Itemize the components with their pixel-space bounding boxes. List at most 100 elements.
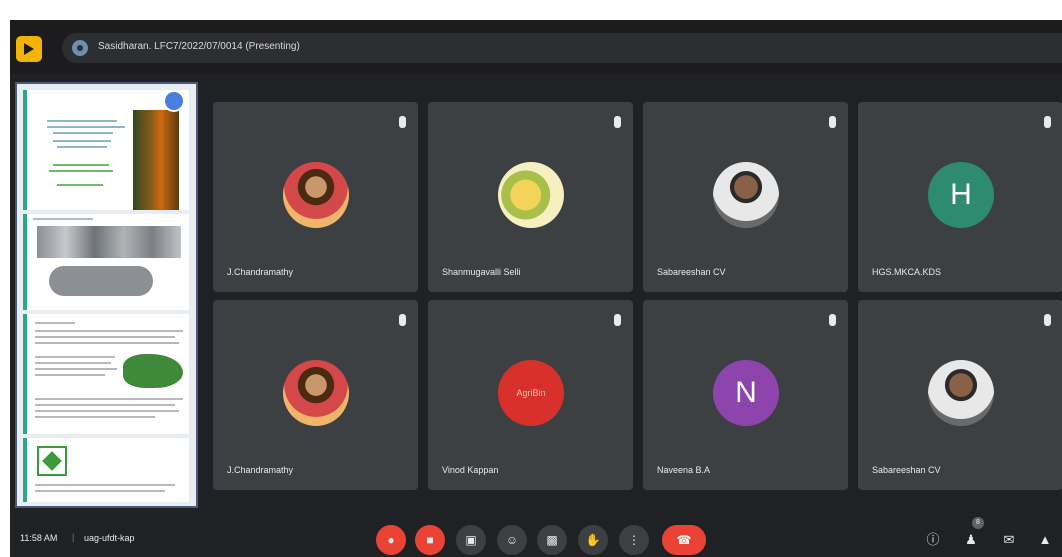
end-call-icon: ☎ — [676, 533, 692, 547]
chat-button[interactable]: ✉ — [1000, 531, 1018, 549]
slide-accent-bar — [23, 90, 27, 210]
slide-thumbnail — [23, 90, 189, 210]
activities-icon: ▲ — [1038, 532, 1052, 547]
emoji-button[interactable]: ☺ — [497, 525, 527, 555]
slide-text-line — [35, 356, 115, 358]
slide-text-line — [47, 120, 117, 122]
camera-off-icon: ■ — [426, 533, 434, 547]
screen-share-icon — [163, 90, 185, 112]
slide-text-line — [35, 330, 183, 332]
presenting-icon — [72, 40, 88, 56]
presenter-title: Sasidharan. LFC7/2022/07/0014 (Presentin… — [98, 41, 300, 52]
camera-off-button[interactable]: ■ — [415, 525, 445, 555]
slide-image — [133, 110, 179, 210]
participant-name: Sabareeshan CV — [657, 267, 726, 277]
end-call-button[interactable]: ☎ — [662, 525, 706, 555]
participant-name: HGS.MKCA.KDS — [872, 267, 942, 277]
meet-window: Sasidharan. LFC7/2022/07/0014 (Presentin… — [10, 20, 1062, 557]
presentation-view[interactable] — [15, 82, 198, 508]
participant-tile[interactable]: Sabareeshan CV — [643, 102, 848, 292]
activities-button[interactable]: ▲ — [1036, 531, 1054, 549]
slide-image — [49, 266, 153, 296]
info-icon: ⓘ — [926, 532, 940, 547]
slide-text-line — [35, 484, 175, 486]
raise-hand-button[interactable]: ✋ — [578, 525, 608, 555]
slide-text-line — [35, 490, 165, 492]
mic-off-icon: ● — [387, 533, 395, 547]
slide-accent-bar — [23, 314, 27, 434]
present-screen-icon: ▩ — [546, 533, 558, 547]
participant-tile[interactable]: J.Chandramathy — [213, 300, 418, 490]
present-button[interactable]: ▩ — [537, 525, 567, 555]
people-count-badge: 8 — [972, 517, 984, 529]
slide-accent-bar — [23, 438, 27, 502]
participant-name: J.Chandramathy — [227, 465, 294, 475]
mic-muted-icon — [614, 116, 621, 128]
slide-text-line — [53, 164, 109, 166]
slide-logo — [37, 446, 67, 476]
avatar — [283, 360, 349, 426]
mic-muted-icon — [829, 314, 836, 326]
slide-text-line — [35, 404, 175, 406]
participant-name: Shanmugavalli Selli — [442, 267, 521, 277]
participant-name: Naveena B.A — [657, 465, 711, 475]
slide-text-line — [35, 398, 183, 400]
info-button[interactable]: ⓘ — [924, 531, 942, 549]
slide-text-line — [49, 170, 113, 172]
avatar — [928, 360, 994, 426]
mic-muted-icon — [1044, 314, 1051, 326]
meeting-code[interactable]: uag-ufdt-kap — [84, 533, 135, 543]
separator: | — [72, 532, 75, 542]
participant-tile[interactable]: Sabareeshan CV — [858, 300, 1062, 490]
slide-text-line — [53, 132, 113, 134]
people-button[interactable]: ♟ — [962, 531, 980, 549]
slide-accent-bar — [23, 214, 27, 310]
avatar: N — [713, 360, 779, 426]
slide-text-line — [35, 416, 155, 418]
control-bar: 11:58 AM | uag-ufdt-kap ● ■ ▣ ☺ ▩ ✋ ⋮ ☎ … — [10, 517, 1062, 557]
mic-off-button[interactable]: ● — [376, 525, 406, 555]
clock: 11:58 AM — [20, 533, 58, 543]
participant-tile[interactable]: AgriBin Vinod Kappan — [428, 300, 633, 490]
chat-icon: ✉ — [1003, 532, 1015, 547]
avatar — [713, 162, 779, 228]
slide-text-line — [35, 342, 179, 344]
slide-text-line — [57, 184, 103, 186]
mic-muted-icon — [614, 314, 621, 326]
participant-tile[interactable]: N Naveena B.A — [643, 300, 848, 490]
participant-name: J.Chandramathy — [227, 267, 294, 277]
slide-text-line — [35, 368, 117, 370]
mic-muted-icon — [829, 116, 836, 128]
mic-muted-icon — [399, 314, 406, 326]
avatar: H — [928, 162, 994, 228]
slide-text-line — [35, 322, 75, 324]
emoji-icon: ☺ — [505, 533, 519, 547]
avatar — [283, 162, 349, 228]
slide-thumbnail — [23, 314, 189, 434]
slide-text-line — [47, 126, 125, 128]
mic-muted-icon — [399, 116, 406, 128]
slide-image — [123, 354, 183, 388]
top-bar: Sasidharan. LFC7/2022/07/0014 (Presentin… — [10, 20, 1062, 74]
captions-icon: ▣ — [465, 533, 477, 547]
slide-text-line — [33, 218, 93, 220]
participant-tile[interactable]: H HGS.MKCA.KDS — [858, 102, 1062, 292]
slide-thumbnail — [23, 438, 189, 502]
slide-text-line — [35, 362, 111, 364]
slide-image — [37, 226, 181, 258]
participant-tile[interactable]: Shanmugavalli Selli — [428, 102, 633, 292]
slide-text-line — [35, 336, 175, 338]
more-options-button[interactable]: ⋮ — [619, 525, 649, 555]
presenting-title-bar[interactable]: Sasidharan. LFC7/2022/07/0014 (Presentin… — [62, 33, 1062, 63]
mic-muted-icon — [1044, 116, 1051, 128]
slide-text-line — [35, 410, 179, 412]
captions-button[interactable]: ▣ — [456, 525, 486, 555]
slide-text-line — [57, 146, 107, 148]
participant-tile[interactable]: J.Chandramathy — [213, 102, 418, 292]
more-options-icon: ⋮ — [628, 533, 640, 547]
slide-text-line — [35, 374, 105, 376]
participant-name: Sabareeshan CV — [872, 465, 941, 475]
people-icon: ♟ — [965, 532, 977, 547]
meet-logo-icon — [16, 36, 42, 62]
avatar — [498, 162, 564, 228]
